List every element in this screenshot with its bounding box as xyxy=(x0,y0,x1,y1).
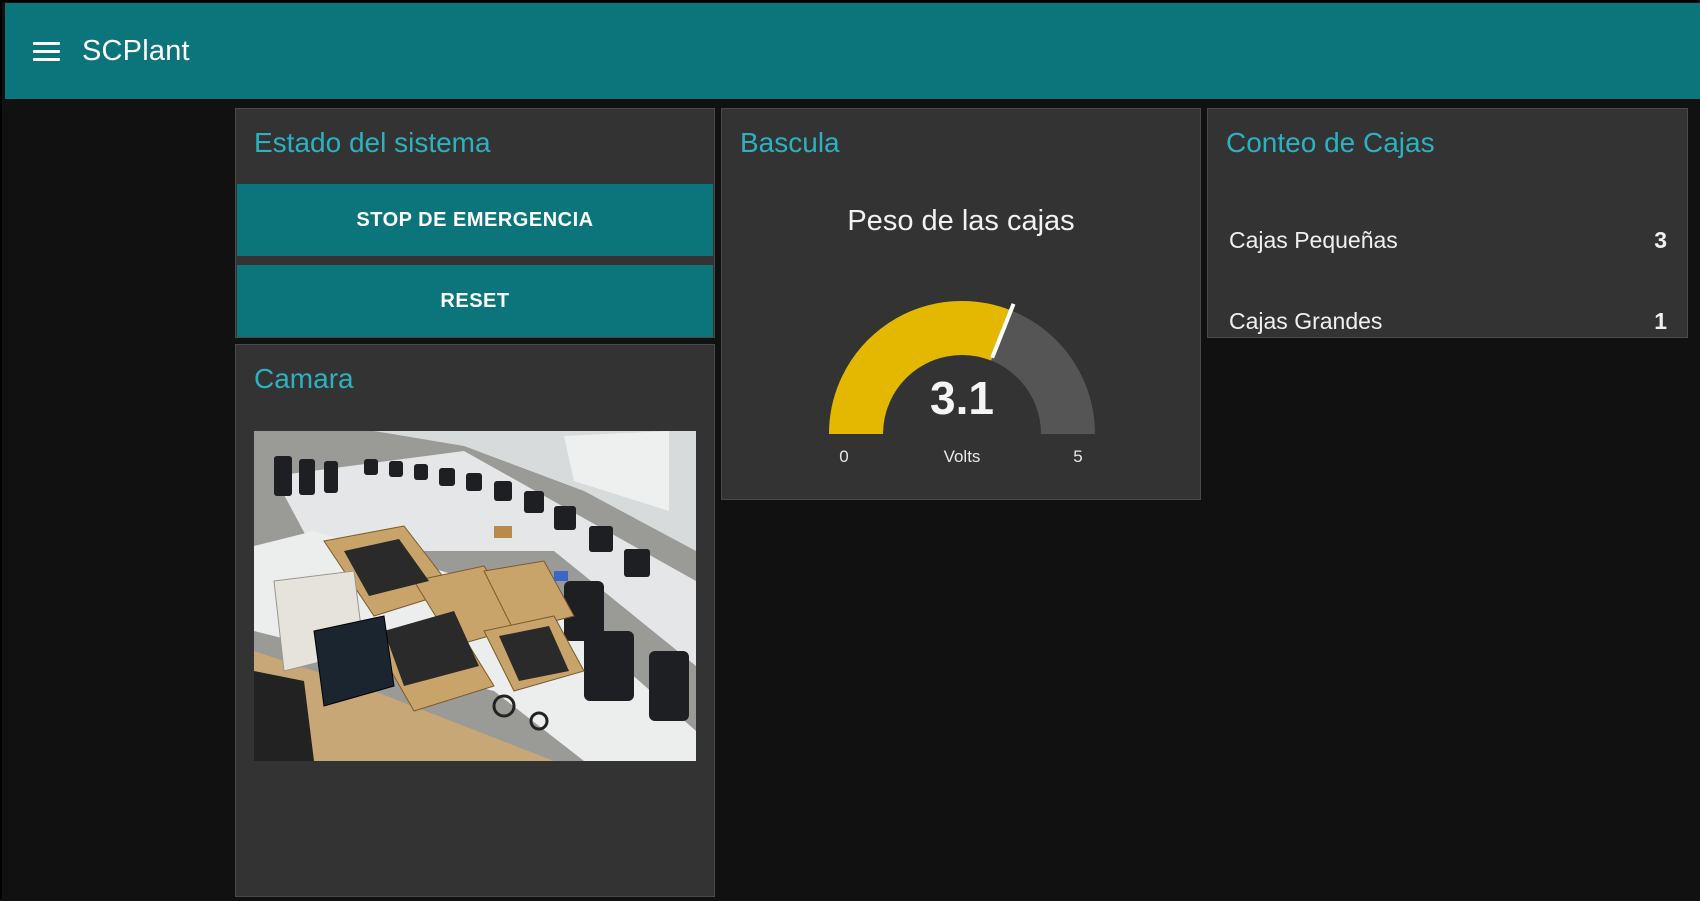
gauge-min-label: 0 xyxy=(839,447,848,466)
card-title: Conteo de Cajas xyxy=(1226,127,1435,158)
count-row-cajas-grandes: Cajas Grandes 1 xyxy=(1229,301,1667,341)
card-title: Camara xyxy=(254,363,354,394)
count-value: 3 xyxy=(1654,226,1667,253)
gauge-value: 3.1 xyxy=(930,372,994,424)
count-value: 1 xyxy=(1654,307,1667,334)
gauge-units: Volts xyxy=(944,447,981,466)
reset-button[interactable]: RESET xyxy=(237,265,713,337)
card-camara: Camara xyxy=(235,344,715,897)
count-label: Cajas Grandes xyxy=(1229,307,1383,334)
count-label: Cajas Pequeñas xyxy=(1229,226,1398,253)
count-row-cajas-pequenas: Cajas Pequeñas 3 xyxy=(1229,220,1667,260)
hamburger-menu-icon[interactable] xyxy=(33,35,65,67)
card-title: Estado del sistema xyxy=(254,127,491,158)
top-app-bar: SCPlant xyxy=(5,3,1700,99)
gauge: 3.1 Volts 0 5 xyxy=(829,301,1095,466)
gauge-max-label: 5 xyxy=(1073,447,1082,466)
card-conteo-de-cajas: Conteo de Cajas Cajas Pequeñas 3 Cajas G… xyxy=(1207,108,1688,338)
card-estado-del-sistema: Estado del sistema STOP DE EMERGENCIA RE… xyxy=(235,108,715,338)
emergency-stop-button[interactable]: STOP DE EMERGENCIA xyxy=(237,184,713,256)
app-title: SCPlant xyxy=(82,34,190,67)
card-bascula: Bascula Peso de las cajas 3.1 Volts 0 5 xyxy=(721,108,1201,500)
camera-feed-image xyxy=(254,431,696,761)
